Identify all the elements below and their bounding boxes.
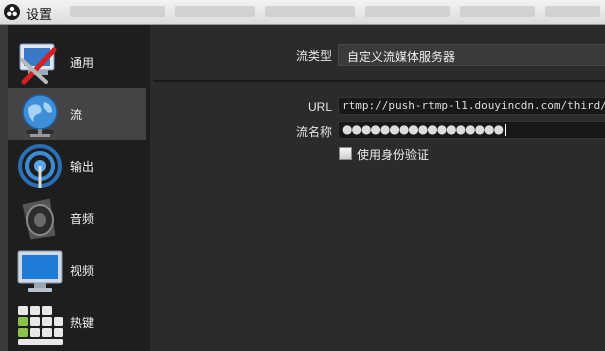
section-divider [153, 80, 605, 82]
title-bar: 设置 [0, 0, 605, 25]
use-auth-label: 使用身份验证 [357, 148, 430, 162]
sidebar-item-general[interactable]: 通用 [8, 36, 146, 88]
sidebar-item-audio[interactable]: 音频 [8, 192, 146, 244]
sidebar-edge [0, 25, 8, 351]
sidebar-item-label: 流 [70, 108, 83, 122]
keyboard-icon [16, 300, 64, 346]
stream-key-value: ●●●●●●●●●●●●●●●●● [342, 122, 504, 136]
blurred-tab [70, 6, 165, 17]
obs-logo-icon [4, 4, 20, 20]
blurred-tab [265, 6, 355, 17]
sidebar-item-label: 音频 [70, 212, 95, 226]
stream-key-label: 流名称 [295, 125, 332, 139]
stream-settings-panel: 流类型 自定义流媒体服务器 URL rtmp://push-rtmp-l1.do… [150, 25, 605, 351]
sidebar-item-label: 热键 [70, 316, 95, 330]
sidebar-item-stream[interactable]: 流 [8, 88, 146, 140]
window-title: 设置 [26, 7, 53, 22]
sidebar-item-label: 输出 [70, 160, 95, 174]
url-input-value: rtmp://push-rtmp-l1.douyincdn.com/third/ [342, 99, 605, 112]
url-label: URL [307, 100, 332, 114]
use-auth-checkbox[interactable] [339, 147, 352, 160]
blurred-tab [460, 6, 535, 17]
sidebar-item-label: 通用 [70, 56, 95, 70]
tools-icon [16, 40, 64, 86]
sidebar-item-hotkeys[interactable]: 热键 [8, 296, 146, 348]
service-select[interactable]: 自定义流媒体服务器 [338, 44, 605, 66]
settings-sidebar: 通用 流 输出 音频 视频 热键 [0, 25, 150, 351]
service-select-value: 自定义流媒体服务器 [347, 50, 456, 64]
broadcast-icon [16, 144, 64, 190]
globe-icon [16, 92, 64, 138]
sidebar-item-label: 视频 [70, 264, 95, 278]
stream-key-input[interactable]: ●●●●●●●●●●●●●●●●● [338, 121, 605, 139]
url-input[interactable]: rtmp://push-rtmp-l1.douyincdn.com/third/ [338, 97, 605, 115]
speaker-icon [16, 196, 64, 242]
blurred-tab [175, 6, 255, 17]
blurred-tab [365, 6, 450, 17]
blurred-tab [545, 6, 600, 17]
text-caret [505, 123, 507, 136]
sidebar-item-video[interactable]: 视频 [8, 244, 146, 296]
service-label: 流类型 [295, 49, 332, 63]
monitor-icon [16, 248, 64, 294]
sidebar-item-output[interactable]: 输出 [8, 140, 146, 192]
